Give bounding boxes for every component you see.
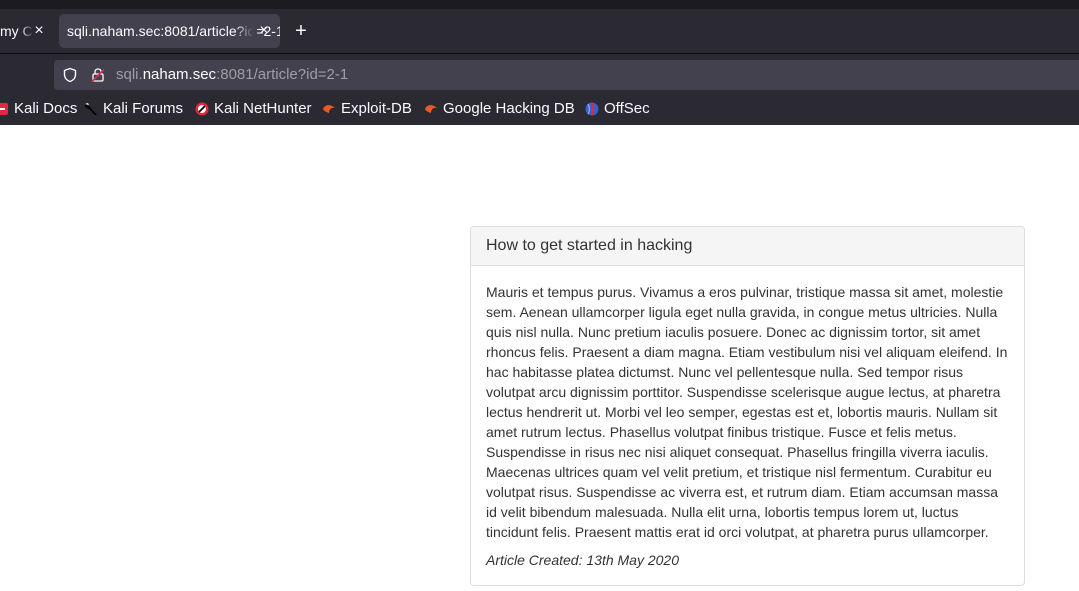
url-text[interactable]: sqli.naham.sec:8081/article?id=2-1 — [116, 66, 348, 83]
article-created-date: Article Created: 13th May 2020 — [486, 552, 679, 568]
bookmark-kali-nethunter[interactable]: Kali NetHunter — [195, 100, 312, 117]
exploit-db-icon — [323, 104, 335, 113]
url-bar[interactable]: sqli.naham.sec:8081/article?id=2-1 — [54, 60, 1079, 90]
ghdb-icon — [425, 104, 437, 113]
nethunter-icon — [195, 102, 209, 115]
bookmark-kali-forums[interactable]: Kali Forums — [84, 100, 183, 117]
insecure-lock-icon[interactable] — [90, 67, 106, 83]
browser-chrome: my C × sqli.naham.sec:8081/article?id=2-… — [0, 0, 1079, 125]
new-tab-button[interactable]: + — [291, 21, 311, 41]
tab-previous[interactable]: my C × — [0, 14, 52, 48]
bookmark-google-hacking-db[interactable]: Google Hacking DB — [424, 100, 575, 117]
bookmark-exploit-db[interactable]: Exploit-DB — [322, 100, 412, 117]
tab-active[interactable]: sqli.naham.sec:8081/article?id=2-1 × — [59, 14, 280, 48]
article-card: How to get started in hacking Mauris et … — [470, 226, 1025, 586]
shield-icon[interactable] — [62, 67, 78, 83]
article-body: Mauris et tempus purus. Vivamus a eros p… — [471, 266, 1024, 568]
window-top-strip — [0, 0, 1079, 9]
navigation-bar: sqli.naham.sec:8081/article?id=2-1 — [0, 53, 1079, 91]
bookmarks-toolbar: Kali Docs Kali Forums Kali NetHunter Exp… — [0, 92, 1079, 125]
bookmark-offsec[interactable]: OffSec — [585, 100, 650, 117]
close-icon[interactable]: × — [31, 23, 47, 39]
kali-dragon-icon — [85, 102, 97, 115]
kali-docs-icon — [0, 102, 8, 115]
offsec-icon — [585, 102, 599, 115]
article-text: Mauris et tempus purus. Vivamus a eros p… — [486, 284, 1008, 540]
article-title: How to get started in hacking — [471, 227, 1024, 266]
close-icon[interactable]: × — [256, 23, 272, 39]
bookmark-kali-docs[interactable]: Kali Docs — [0, 100, 77, 117]
